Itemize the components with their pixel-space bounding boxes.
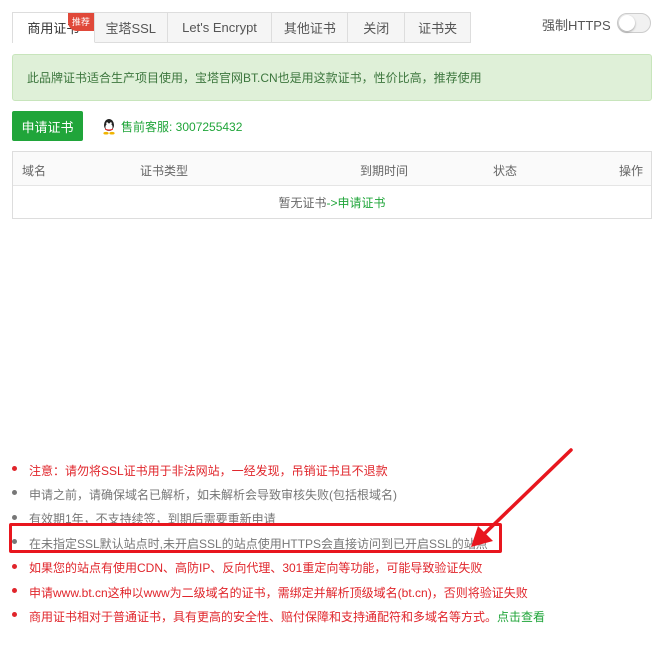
presales-label: 售前客服: 3007255432 [121,120,243,134]
tab-label: 关闭 [363,21,390,36]
bullet [12,612,17,618]
tab-other-cert[interactable]: 其他证书 [272,12,349,43]
list-item: 申请之前，请确保域名已解析，如未解析会导致审核失败(包括根域名) [12,482,652,506]
tip-text: 在未指定SSL默认站点时,未开启SSL的站点使用HTTPS会直接访问到已开启SS… [29,536,488,551]
tab-close[interactable]: 关闭 [348,12,406,43]
tab-label: Let's Encrypt [182,20,257,35]
col-expiry: 到期时间 [360,164,409,178]
bullet [12,587,17,593]
tab-commercial-cert[interactable]: 商用证书 推荐 [13,12,95,43]
empty-table-row: 暂无证书 ->申请证书 [13,186,651,218]
recommend-badge: 推荐 [67,13,94,31]
tab-label: 其他证书 [283,21,336,36]
bullet [12,563,17,569]
col-domain: 域名 [22,164,47,178]
force-https-label: 强制HTTPS [542,18,611,33]
bullet [12,539,17,545]
list-item: 申请www.bt.cn这种以www为二级域名的证书，需绑定并解析顶级域名(bt.… [12,580,652,604]
tab-lets-encrypt[interactable]: Let's Encrypt [167,12,273,43]
list-item: 如果您的站点有使用CDN、高防IP、反向代理、301重定向等功能，可能导致验证失… [12,556,652,580]
notice-text: 此品牌证书适合生产项目使用，宝塔官网BT.CN也是用这款证书，性价比高，推荐使用 [27,71,482,85]
tips-list: 注意：请勿将SSL证书用于非法网站，一经发现，吊销证书且不退款 申请之前，请确保… [12,458,652,629]
tab-label: 证书夹 [418,21,458,36]
tip-text: 注意：请勿将SSL证书用于非法网站，一经发现，吊销证书且不退款 [29,463,388,478]
tip-text: 如果您的站点有使用CDN、高防IP、反向代理、301重定向等功能，可能导致验证失… [29,561,483,576]
list-item: 商用证书相对于普通证书，具有更高的安全性、赔付保障和支持通配符和多域名等方式。点… [12,604,652,628]
cert-table: 域名 证书类型 到期时间 状态 操作 暂无证书 ->申请证书 [12,151,652,219]
tip-text: 有效期1年，不支持续签，到期后需要重新申请 [29,512,276,527]
view-details-link[interactable]: 点击查看 [497,608,545,625]
bullet [12,466,17,471]
tab-label: 宝塔SSL [105,21,157,36]
bullet [12,514,17,520]
toggle-knob [619,15,635,31]
tip-text: 商用证书相对于普通证书，具有更高的安全性、赔付保障和支持通配符和多域名等方式。 [29,610,498,625]
col-cert-type: 证书类型 [140,164,189,178]
apply-cert-link[interactable]: ->申请证书 [327,194,386,211]
empty-text: 暂无证书 [278,195,327,210]
apply-cert-button[interactable]: 申请证书 [12,111,83,141]
presales-support-link[interactable]: 售前客服: 3007255432 [101,118,242,135]
table-header: 域名 证书类型 到期时间 状态 操作 [13,152,651,186]
list-item: 有效期1年，不支持续签，到期后需要重新申请 [12,507,652,531]
tab-cert-folder[interactable]: 证书夹 [405,12,471,43]
force-https-toggle[interactable] [617,13,651,33]
tip-text: 申请之前，请确保域名已解析，如未解析会导致审核失败(包括根域名) [29,488,397,503]
col-actions: 操作 [619,164,644,178]
tip-text: 申请www.bt.cn这种以www为二级域名的证书，需绑定并解析顶级域名(bt.… [29,585,528,600]
tab-bt-ssl[interactable]: 宝塔SSL [94,12,168,43]
col-status: 状态 [493,164,518,178]
ssl-tab-bar: 商用证书 推荐 宝塔SSL Let's Encrypt 其他证书 关闭 证书夹 [12,12,471,43]
bullet [12,490,17,496]
info-notice: 此品牌证书适合生产项目使用，宝塔官网BT.CN也是用这款证书，性价比高，推荐使用 [12,54,652,101]
list-item: 在未指定SSL默认站点时,未开启SSL的站点使用HTTPS会直接访问到已开启SS… [12,531,652,555]
qq-icon [103,119,115,135]
list-item: 注意：请勿将SSL证书用于非法网站，一经发现，吊销证书且不退款 [12,458,652,482]
